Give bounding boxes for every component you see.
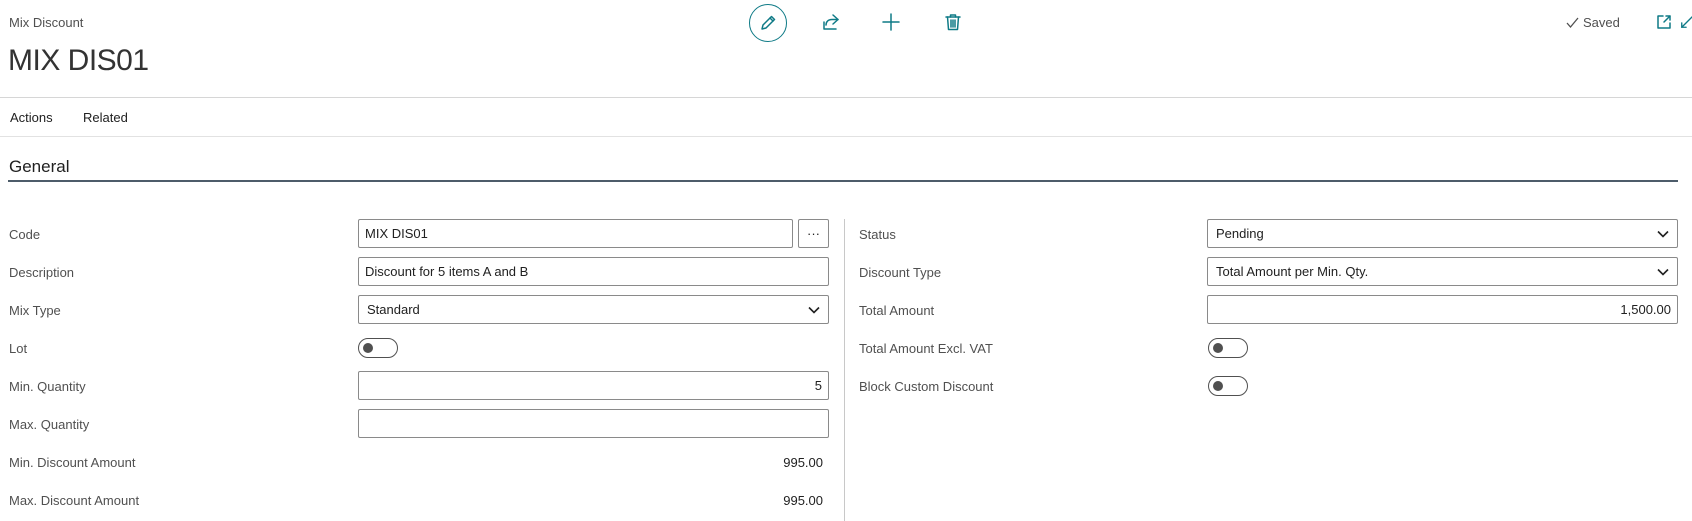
mix-type-label: Mix Type xyxy=(9,303,61,318)
menu-related[interactable]: Related xyxy=(83,110,128,125)
total-amount-label: Total Amount xyxy=(859,303,935,318)
share-button[interactable] xyxy=(818,9,844,35)
mix-type-value: Standard xyxy=(367,302,420,317)
delete-button[interactable] xyxy=(940,9,966,35)
max-discount-amount-value: 995.00 xyxy=(783,493,823,508)
lot-label: Lot xyxy=(9,341,28,356)
share-icon xyxy=(823,14,839,30)
total-amount-excl-vat-toggle[interactable] xyxy=(1208,338,1248,358)
page-title: MIX DIS01 xyxy=(8,44,149,77)
toggle-knob xyxy=(1213,381,1223,391)
toggle-knob xyxy=(363,343,373,353)
checkmark-icon xyxy=(1566,17,1579,29)
column-divider xyxy=(844,219,845,521)
code-lookup-button[interactable]: ··· xyxy=(798,219,829,248)
mix-type-select[interactable]: Standard xyxy=(358,295,829,324)
saved-label: Saved xyxy=(1583,15,1620,30)
add-icon xyxy=(882,13,900,31)
max-quantity-label: Max. Quantity xyxy=(9,417,90,432)
header-divider xyxy=(0,97,1692,98)
description-label: Description xyxy=(9,265,75,280)
description-field[interactable]: Discount for 5 items A and B xyxy=(358,257,829,286)
menu-divider xyxy=(0,136,1692,137)
discount-type-select[interactable]: Total Amount per Min. Qty. xyxy=(1207,257,1678,286)
discount-type-label: Discount Type xyxy=(859,265,942,280)
edit-button[interactable] xyxy=(749,4,787,42)
max-quantity-field[interactable] xyxy=(358,409,829,438)
status-label: Status xyxy=(859,227,896,242)
block-custom-discount-toggle[interactable] xyxy=(1208,376,1248,396)
code-label: Code xyxy=(9,227,41,242)
max-discount-amount-label: Max. Discount Amount xyxy=(9,493,140,508)
discount-type-value: Total Amount per Min. Qty. xyxy=(1216,264,1369,279)
edit-icon xyxy=(761,15,776,30)
open-in-new-window-button[interactable] xyxy=(1654,12,1674,32)
block-custom-discount-label: Block Custom Discount xyxy=(859,379,994,394)
code-field[interactable]: MIX DIS01 xyxy=(358,219,793,248)
lot-toggle[interactable] xyxy=(358,338,398,358)
open-in-new-window-icon xyxy=(1657,15,1671,29)
collapse-button[interactable] xyxy=(1680,12,1692,32)
new-button[interactable] xyxy=(878,9,904,35)
min-quantity-label: Min. Quantity xyxy=(9,379,86,394)
delete-icon xyxy=(945,14,961,31)
min-quantity-field[interactable]: 5 xyxy=(358,371,829,400)
chevron-down-icon xyxy=(808,306,820,314)
saved-indicator: Saved xyxy=(1566,15,1620,30)
breadcrumb: Mix Discount xyxy=(9,15,84,30)
min-discount-amount-value: 995.00 xyxy=(783,455,823,470)
toggle-knob xyxy=(1213,343,1223,353)
status-value: Pending xyxy=(1216,226,1264,241)
status-select[interactable]: Pending xyxy=(1207,219,1678,248)
collapse-icon xyxy=(1681,16,1692,28)
menu-actions[interactable]: Actions xyxy=(10,110,53,125)
section-underline xyxy=(8,180,1678,182)
section-title-general[interactable]: General xyxy=(9,157,69,177)
chevron-down-icon xyxy=(1657,268,1669,276)
min-discount-amount-label: Min. Discount Amount xyxy=(9,455,136,470)
total-amount-excl-vat-label: Total Amount Excl. VAT xyxy=(859,341,993,356)
chevron-down-icon xyxy=(1657,230,1669,238)
total-amount-field[interactable]: 1,500.00 xyxy=(1207,295,1678,324)
